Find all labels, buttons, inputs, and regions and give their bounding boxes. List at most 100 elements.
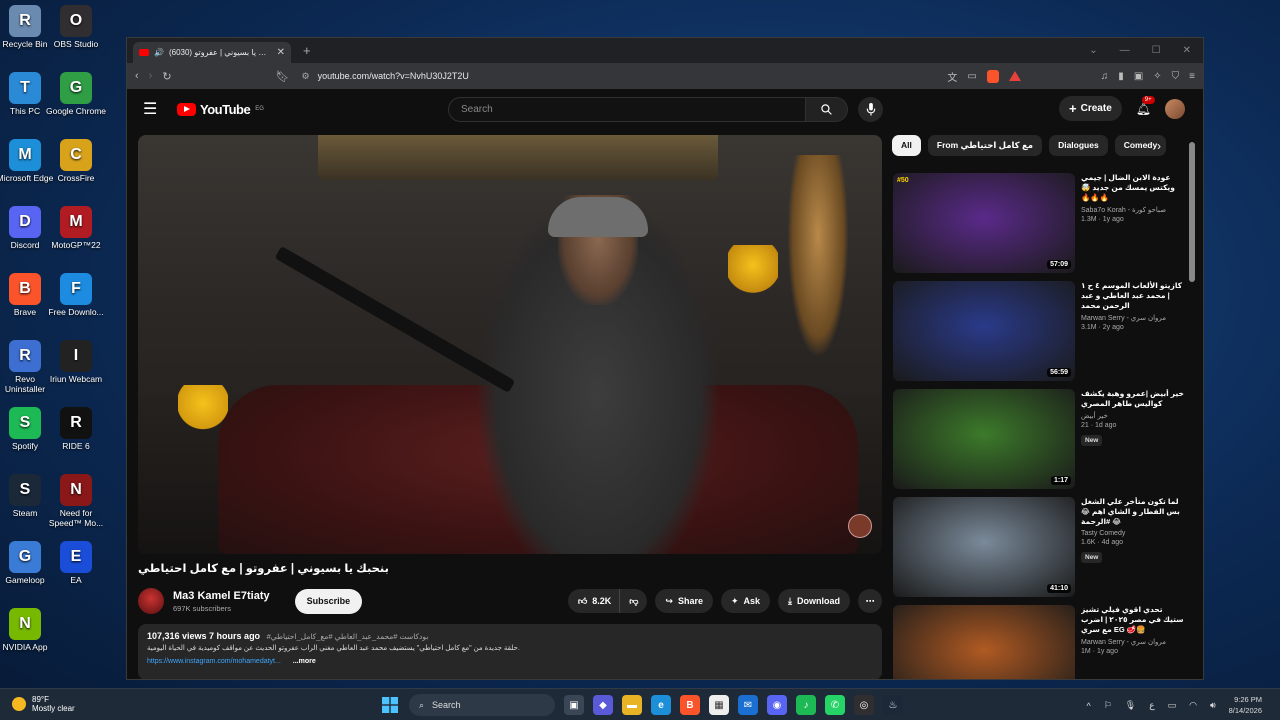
recommendation-item[interactable]: #50 57:09 عودة الابن الضال | جيمي ويكتس يم… [893, 173, 1185, 273]
sidebar-icon[interactable]: ▮ [1118, 71, 1124, 82]
new-tab-button[interactable]: + [303, 43, 311, 58]
extensions-icon[interactable]: ✧ [1153, 71, 1161, 82]
recommendation-item[interactable]: 1:17 خير أبيض |عمرو وهبة يكشف كواليس طاهر… [893, 389, 1185, 489]
desktop-icon[interactable]: F Free Downlo... [46, 273, 106, 318]
create-button[interactable]: + Create [1059, 96, 1122, 121]
recommendation-title[interactable]: لما تكون متأخر علي الشغل بس الفطار و الش… [1081, 497, 1185, 527]
download-button[interactable]: ⤓ Download [778, 589, 850, 613]
brave-shields-icon[interactable] [986, 69, 999, 83]
tab-search-icon[interactable]: ⌄ [1089, 45, 1097, 56]
translate-icon[interactable]: 文 [947, 69, 957, 84]
like-button[interactable]: 👍︎ 8.2K [567, 589, 621, 613]
search-button[interactable] [806, 97, 848, 122]
discord-icon[interactable]: ◉ [767, 695, 787, 715]
chevron-up-icon[interactable]: ^ [1086, 701, 1090, 711]
start-icon[interactable] [380, 695, 400, 715]
file-explorer-icon[interactable]: ▬ [622, 695, 642, 715]
description-box[interactable]: 107,316 views 7 hours ago #بودكاست #محمد… [138, 624, 882, 679]
scrollbar-thumb[interactable] [1189, 142, 1195, 282]
youtube-logo[interactable]: YouTube EG [177, 102, 264, 117]
edge-icon[interactable]: e [651, 695, 671, 715]
desktop-icon[interactable]: E EA [46, 541, 106, 586]
desktop-icon[interactable]: O OBS Studio [46, 5, 106, 50]
tab-youtube[interactable]: 🔊 (6030) بنحبك يا بسيوني | عفروتو ✕ [133, 42, 291, 63]
search-input[interactable] [448, 97, 806, 122]
hamburger-icon[interactable]: ☰ [143, 99, 161, 119]
desktop-icon[interactable]: I Iriun Webcam [46, 340, 106, 385]
dislike-button[interactable]: 👎︎ [620, 589, 648, 613]
speaker-icon[interactable]: 🔊 [154, 48, 164, 57]
recommendation-thumbnail[interactable]: #50 57:09 [893, 173, 1075, 273]
recommendation-thumbnail[interactable]: 1:17 [893, 389, 1075, 489]
recommendation-item[interactable]: تحدي اقوي فيلي تشيز ستيك في مصر ٢٠٢٥ | ا… [893, 605, 1185, 679]
channel-avatar[interactable] [138, 588, 164, 614]
show-more-button[interactable]: ...more [293, 658, 316, 665]
wifi-icon[interactable]: ◠ [1189, 700, 1197, 711]
whatsapp-icon[interactable]: ✆ [825, 695, 845, 715]
channel-watermark[interactable] [848, 514, 872, 538]
clock[interactable]: 9:26 PM 8/14/2026 [1229, 695, 1262, 716]
task-view-icon[interactable]: ▣ [564, 695, 584, 715]
store-icon[interactable]: ▦ [709, 695, 729, 715]
back-icon[interactable]: ‹ [135, 70, 139, 82]
recommendation-channel[interactable]: Saba7o Korah - صباحو كورة [1081, 206, 1185, 214]
forward-icon[interactable]: › [149, 70, 153, 82]
subscribe-button[interactable]: Subscribe [294, 588, 363, 614]
recommendation-item[interactable]: 41:10 لما تكون متأخر علي الشغل بس الفطار … [893, 497, 1185, 597]
url-field[interactable]: ⚙︎ youtube.com/watch?v=NvhU30J2T2U [300, 66, 938, 86]
bookmark-icon[interactable]: 🔖︎ [276, 70, 290, 83]
recommendation-channel[interactable]: Marwan Serry - مروان سري [1081, 314, 1185, 322]
wallet-icon[interactable]: ▣ [1134, 71, 1143, 82]
chevron-right-icon[interactable]: › [1157, 139, 1161, 153]
desktop-icon[interactable]: R RIDE 6 [46, 407, 106, 452]
brave-icon[interactable]: B [680, 695, 700, 715]
recommendation-channel[interactable]: Tasty Comedy [1081, 530, 1185, 537]
recommendation-channel[interactable]: Marwan Serry - مروان سري [1081, 638, 1185, 646]
site-info-icon[interactable]: ⚙︎ [302, 71, 310, 82]
close-tab-icon[interactable]: ✕ [277, 47, 285, 58]
spotify-icon[interactable]: ♪ [796, 695, 816, 715]
filter-chip[interactable]: All [892, 134, 921, 156]
copilot-icon[interactable]: ◆ [593, 695, 613, 715]
taskbar-search[interactable]: ⌕ Search [409, 694, 555, 716]
maximize-button[interactable]: ☐ [1152, 45, 1161, 56]
voice-search-button[interactable] [858, 97, 883, 122]
avatar[interactable] [1165, 98, 1185, 119]
cast-icon[interactable]: ▭ [967, 71, 976, 82]
description-link[interactable]: https://www.instagram.com/mohamedatyt... [147, 658, 281, 665]
close-window-button[interactable]: ✕ [1183, 45, 1191, 56]
minimize-button[interactable]: — [1120, 45, 1130, 56]
recommendation-item[interactable]: 56:59 كازيتو الألعاب الموسم ٤ ح ١ | محمد … [893, 281, 1185, 381]
recommendation-title[interactable]: تحدي اقوي فيلي تشيز ستيك في مصر ٢٠٢٥ | ا… [1081, 605, 1185, 635]
brave-rewards-icon[interactable] [1008, 71, 1021, 81]
microphone-icon[interactable]: 🎙︎ [1125, 700, 1136, 711]
notifications-button[interactable]: 🔔︎ 9+ [1136, 95, 1155, 116]
recommendation-thumbnail[interactable]: 56:59 [893, 281, 1075, 381]
recommendation-title[interactable]: عودة الابن الضال | جيمي ويكتس يمسك من جد… [1081, 173, 1185, 203]
reload-icon[interactable]: ↻ [162, 70, 171, 83]
desktop-icon[interactable]: C CrossFire [46, 139, 106, 184]
menu-icon[interactable]: ≡ [1189, 71, 1195, 82]
mail-icon[interactable]: ✉ [738, 695, 758, 715]
desktop-icon[interactable]: N Need for Speed™ Mo... [46, 474, 106, 529]
weather-widget[interactable]: 89°F Mostly clear [12, 695, 75, 713]
steam-icon[interactable]: ♨ [883, 695, 903, 715]
recommendation-thumbnail[interactable]: 41:10 [893, 497, 1075, 597]
recommendation-title[interactable]: خير أبيض |عمرو وهبة يكشف كواليس طاهر الم… [1081, 389, 1185, 409]
display-icon[interactable]: ▭ [1168, 700, 1177, 711]
music-icon[interactable]: ♫ [1101, 71, 1109, 82]
filter-chip[interactable]: From مع كامل احتياطي [927, 134, 1043, 156]
more-actions-button[interactable]: ⋯ [858, 589, 882, 613]
network-icon[interactable]: ⚐ [1104, 700, 1112, 711]
hashtags[interactable]: #بودكاست #محمد_عبد_العاطي #مع_كامل_احتيا… [267, 632, 429, 641]
desktop-icon[interactable]: M MotoGP™22 [46, 206, 106, 251]
ask-button[interactable]: ✦ Ask [720, 589, 771, 613]
volume-icon[interactable]: 🔊︎ [1210, 700, 1216, 711]
vpn-icon[interactable]: ⛉ [1172, 71, 1180, 82]
recommendation-channel[interactable]: خير أبيض [1081, 412, 1185, 420]
desktop-icon[interactable]: G Google Chrome [46, 72, 106, 117]
page-scrollbar[interactable] [1189, 130, 1195, 675]
recommendation-thumbnail[interactable] [893, 605, 1075, 679]
video-player[interactable] [138, 135, 882, 554]
share-button[interactable]: ↪ Share [655, 589, 713, 613]
